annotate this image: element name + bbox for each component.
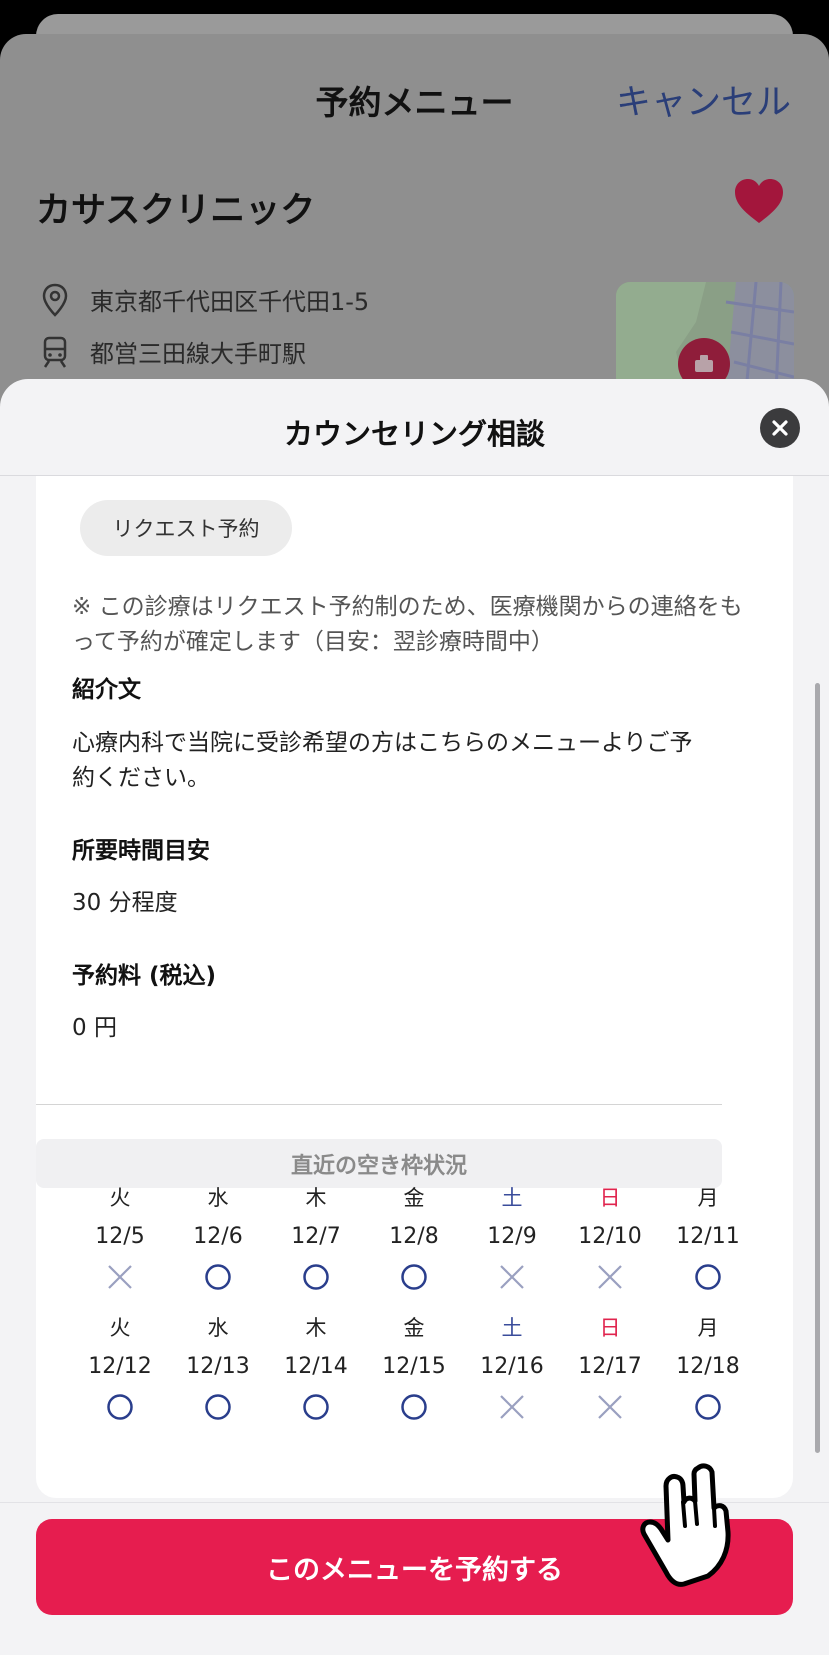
availability-day: 土 12/9 <box>463 1179 561 1297</box>
day-of-week: 木 <box>305 1186 327 1210</box>
location-pin-icon <box>42 283 68 317</box>
map-image <box>616 282 794 392</box>
day-of-week: 水 <box>207 1186 229 1210</box>
day-of-week: 火 <box>109 1316 131 1340</box>
availability-day: 土 12/16 <box>463 1309 561 1427</box>
sheet-header: カウンセリング相談 <box>0 379 829 476</box>
unavailable-cross-icon <box>561 1257 659 1297</box>
unavailable-cross-icon <box>463 1387 561 1427</box>
section-divider <box>36 1104 722 1105</box>
day-date: 12/9 <box>487 1224 537 1249</box>
request-note: ※ この診療はリクエスト予約制のため、医療機関からの連絡をもって予約が確定します… <box>72 594 743 655</box>
day-date: 12/15 <box>382 1354 446 1379</box>
availability-day: 木 12/14 <box>267 1309 365 1427</box>
day-of-week: 日 <box>599 1186 621 1210</box>
clinic-name: カサスクリニック <box>36 191 316 231</box>
day-of-week: 月 <box>697 1316 719 1340</box>
day-date: 12/7 <box>291 1224 341 1249</box>
day-date: 12/18 <box>676 1354 740 1379</box>
day-of-week: 金 <box>403 1186 425 1210</box>
availability-day: 月 12/11 <box>659 1179 757 1297</box>
availability-day: 月 12/18 <box>659 1309 757 1427</box>
address-row: 東京都千代田区千代田1-5 <box>40 282 369 317</box>
day-of-week: 月 <box>697 1186 719 1210</box>
availability-day: 金 12/15 <box>365 1309 463 1427</box>
day-of-week: 土 <box>501 1186 523 1210</box>
duration-heading: 所要時間目安 <box>72 838 210 864</box>
availability-day: 日 12/10 <box>561 1179 659 1297</box>
unavailable-cross-icon <box>463 1257 561 1297</box>
day-date: 12/16 <box>480 1354 544 1379</box>
close-icon <box>772 420 788 436</box>
available-circle-icon <box>659 1257 757 1297</box>
available-circle-icon <box>71 1387 169 1427</box>
day-date: 12/14 <box>284 1354 348 1379</box>
available-circle-icon <box>365 1387 463 1427</box>
availability-day: 日 12/17 <box>561 1309 659 1427</box>
sheet-title: カウンセリング相談 <box>283 417 545 451</box>
availability-day: 水 12/13 <box>169 1309 267 1427</box>
day-date: 12/6 <box>193 1224 243 1249</box>
heart-icon[interactable] <box>733 177 785 225</box>
fee-text: 0 円 <box>72 1015 117 1041</box>
availability-week-1: 火 12/5 水 12/6 木 12/7 金 12/8 土 12/9 日 12/10 月 12/11 <box>71 1179 757 1297</box>
availability-week-2: 火 12/12 水 12/13 木 12/14 金 12/15 土 12/16 日 12/17 月 12/… <box>71 1309 757 1427</box>
day-of-week: 木 <box>305 1316 327 1340</box>
unavailable-cross-icon <box>561 1387 659 1427</box>
cancel-button[interactable]: キャンセル <box>616 74 791 125</box>
address-text: 東京都千代田区千代田1-5 <box>90 288 370 316</box>
available-circle-icon <box>267 1257 365 1297</box>
availability-day: 火 12/5 <box>71 1179 169 1297</box>
day-date: 12/17 <box>578 1354 642 1379</box>
intro-text: 心療内科で当院に受診希望の方はこちらのメニューよりご予約ください。 <box>72 730 693 791</box>
scrollbar[interactable] <box>815 683 820 1453</box>
station-row: 都営三田線大手町駅 <box>40 334 306 369</box>
day-date: 12/13 <box>186 1354 250 1379</box>
day-of-week: 日 <box>599 1316 621 1340</box>
close-button[interactable] <box>760 408 800 448</box>
day-date: 12/8 <box>389 1224 439 1249</box>
duration-text: 30 分程度 <box>72 890 178 916</box>
hand-pointer-icon <box>640 1463 731 1587</box>
availability-day: 火 12/12 <box>71 1309 169 1427</box>
day-of-week: 火 <box>109 1186 131 1210</box>
day-of-week: 水 <box>207 1316 229 1340</box>
day-of-week: 土 <box>501 1316 523 1340</box>
availability-day: 木 12/7 <box>267 1179 365 1297</box>
available-circle-icon <box>267 1387 365 1427</box>
day-of-week: 金 <box>403 1316 425 1340</box>
available-circle-icon <box>169 1257 267 1297</box>
day-date: 12/5 <box>95 1224 145 1249</box>
availability-day: 水 12/6 <box>169 1179 267 1297</box>
day-date: 12/10 <box>578 1224 642 1249</box>
fee-heading: 予約料 (税込) <box>72 963 217 989</box>
day-date: 12/12 <box>88 1354 152 1379</box>
available-circle-icon <box>365 1257 463 1297</box>
request-reservation-chip: リクエスト予約 <box>80 500 292 556</box>
unavailable-cross-icon <box>71 1257 169 1297</box>
map-thumbnail[interactable] <box>616 282 794 392</box>
day-date: 12/11 <box>676 1224 740 1249</box>
available-circle-icon <box>659 1387 757 1427</box>
station-text: 都営三田線大手町駅 <box>90 340 306 368</box>
availability-day: 金 12/8 <box>365 1179 463 1297</box>
intro-heading: 紹介文 <box>72 677 141 703</box>
available-circle-icon <box>169 1387 267 1427</box>
train-icon <box>43 336 67 368</box>
